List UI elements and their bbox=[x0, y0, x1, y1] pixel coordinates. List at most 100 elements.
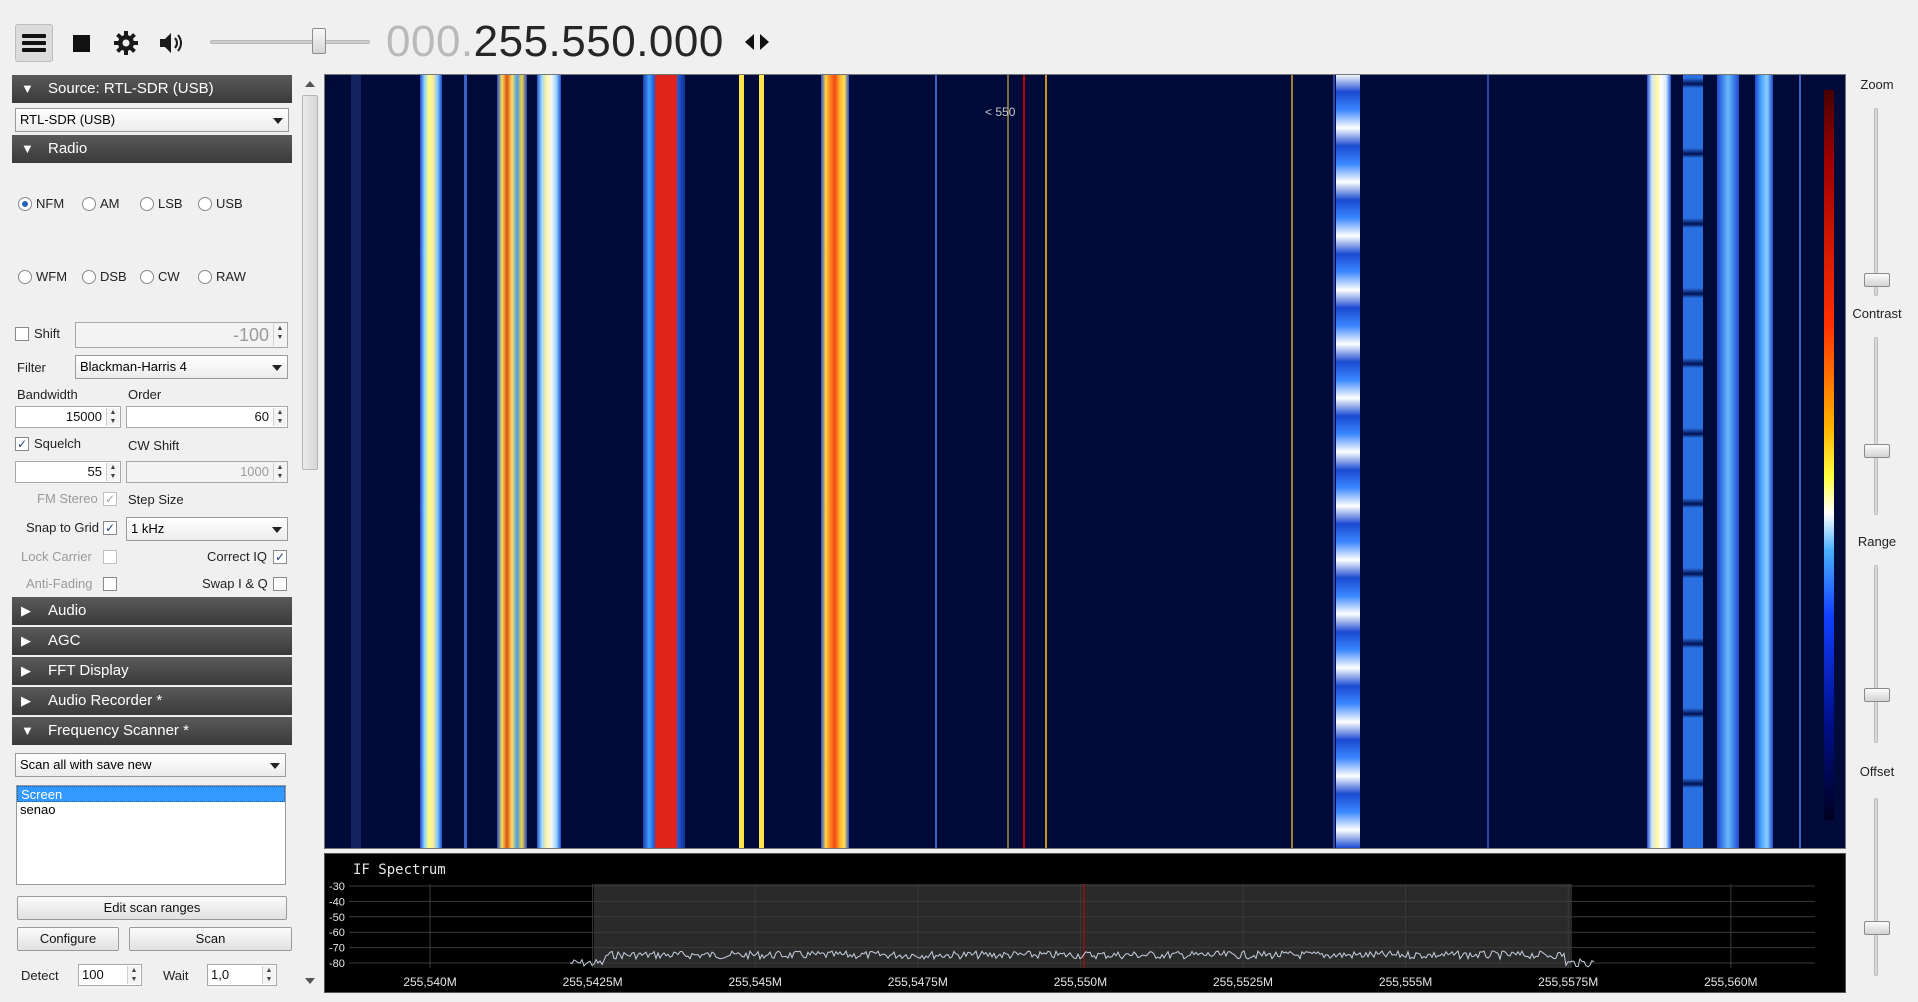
mode-radio-am[interactable]: AM bbox=[82, 196, 120, 212]
scan-mode-select[interactable]: Scan all with save new bbox=[15, 753, 286, 777]
squelch-input[interactable]: 55 ▲ ▼ bbox=[15, 461, 121, 483]
color-scale-bar bbox=[1824, 90, 1834, 820]
slider-handle[interactable] bbox=[1864, 921, 1890, 935]
step-size-select[interactable]: 1 kHz bbox=[126, 517, 288, 541]
fft-display-section-header[interactable]: ▶ FFT Display bbox=[12, 657, 292, 685]
mode-radio-nfm[interactable]: NFM bbox=[18, 196, 64, 212]
settings-button[interactable] bbox=[107, 24, 145, 62]
mode-label: AM bbox=[100, 196, 120, 211]
slider-handle[interactable] bbox=[1864, 273, 1890, 288]
shift-input[interactable]: -100 ▲ ▼ bbox=[75, 322, 288, 348]
control-panel: ▼ Source: RTL-SDR (USB) RTL-SDR (USB) ▼ Ra… bbox=[12, 75, 292, 995]
x-tick-label: 255,540M bbox=[403, 975, 456, 989]
edit-scan-ranges-button[interactable]: Edit scan ranges bbox=[17, 896, 287, 920]
volume-slider-handle[interactable] bbox=[312, 28, 327, 54]
lock-carrier-checkbox[interactable] bbox=[103, 550, 117, 564]
scan-button[interactable]: Scan bbox=[129, 927, 292, 951]
offset-slider[interactable] bbox=[1864, 798, 1890, 976]
mute-button[interactable] bbox=[153, 24, 191, 62]
volume-slider[interactable] bbox=[210, 28, 370, 54]
mode-radio-lsb[interactable]: LSB bbox=[140, 196, 183, 212]
expand-triangle-icon: ▶ bbox=[21, 633, 31, 648]
filter-value: Blackman-Harris 4 bbox=[80, 359, 187, 374]
detect-input[interactable]: 100 ▲ ▼ bbox=[78, 964, 142, 986]
source-section-header[interactable]: ▼ Source: RTL-SDR (USB) bbox=[12, 75, 292, 103]
frequency-display[interactable]: 000.255.550.000 bbox=[386, 14, 724, 70]
bandwidth-label: Bandwidth bbox=[17, 387, 78, 402]
panel-scrollbar[interactable] bbox=[300, 75, 320, 990]
filter-select[interactable]: Blackman-Harris 4 bbox=[75, 355, 288, 379]
spin-buttons[interactable]: ▲ ▼ bbox=[273, 324, 286, 346]
scroll-down-arrow-icon[interactable] bbox=[305, 978, 315, 984]
expand-triangle-icon: ▶ bbox=[21, 603, 31, 618]
range-slider[interactable] bbox=[1864, 565, 1890, 743]
fm-stereo-checkbox[interactable]: ✓ bbox=[103, 492, 117, 506]
if-spectrum-plot: IF Spectrum -30 -40 -50 -60 -70 -80 255,540M 2… bbox=[329, 862, 1815, 989]
scan-range-list[interactable]: Screen senao bbox=[16, 785, 286, 885]
configure-button[interactable]: Configure bbox=[17, 927, 119, 951]
spin-buttons[interactable]: ▲ ▼ bbox=[106, 408, 119, 426]
shift-checkbox[interactable] bbox=[15, 327, 29, 341]
spin-buttons[interactable]: ▲ ▼ bbox=[106, 463, 119, 481]
left-right-arrows-icon[interactable] bbox=[742, 28, 772, 56]
agc-section-header[interactable]: ▶ AGC bbox=[12, 627, 292, 655]
section-label: AGC bbox=[48, 632, 81, 649]
y-tick-label: -60 bbox=[329, 927, 345, 939]
contrast-label: Contrast bbox=[1852, 306, 1902, 321]
spectrum-title: IF Spectrum bbox=[353, 862, 446, 878]
mode-radio-usb[interactable]: USB bbox=[198, 196, 243, 212]
shift-label: Shift bbox=[34, 326, 61, 341]
swap-iq-label: Swap I & Q bbox=[202, 576, 268, 591]
y-tick-label: -40 bbox=[329, 896, 345, 908]
swap-iq-checkbox[interactable] bbox=[273, 577, 287, 591]
order-input[interactable]: 60 ▲ ▼ bbox=[126, 406, 288, 428]
slider-handle[interactable] bbox=[1864, 688, 1890, 702]
section-label: Audio bbox=[48, 602, 87, 619]
section-label: FFT Display bbox=[48, 662, 129, 679]
radio-indicator bbox=[82, 270, 96, 284]
list-item[interactable]: senao bbox=[17, 802, 285, 818]
squelch-checkbox[interactable]: ✓ bbox=[15, 437, 29, 451]
stop-button[interactable] bbox=[62, 24, 100, 62]
spin-buttons[interactable]: ▲ ▼ bbox=[273, 463, 286, 481]
menu-button[interactable] bbox=[15, 24, 53, 62]
radio-indicator bbox=[198, 197, 212, 211]
audio-section-header[interactable]: ▶ Audio bbox=[12, 597, 292, 625]
wait-value: 1,0 bbox=[211, 967, 230, 982]
list-item[interactable]: Screen bbox=[17, 786, 285, 802]
source-device-select[interactable]: RTL-SDR (USB) bbox=[15, 108, 289, 132]
mode-radio-dsb[interactable]: DSB bbox=[82, 269, 127, 285]
scrollbar-thumb[interactable] bbox=[302, 95, 318, 470]
snap-to-grid-checkbox[interactable]: ✓ bbox=[103, 521, 117, 535]
spin-buttons[interactable]: ▲ ▼ bbox=[273, 408, 286, 426]
correct-iq-checkbox[interactable]: ✓ bbox=[273, 550, 287, 564]
mode-radio-wfm[interactable]: WFM bbox=[18, 269, 67, 285]
spin-buttons[interactable]: ▲ ▼ bbox=[262, 966, 275, 984]
cw-shift-input[interactable]: 1000 ▲ ▼ bbox=[126, 461, 288, 483]
radio-header-label: Radio bbox=[48, 140, 88, 157]
x-tick-label: 255,5475M bbox=[888, 975, 948, 989]
spin-buttons[interactable]: ▲ ▼ bbox=[127, 966, 140, 984]
frequency-scanner-section-header[interactable]: ▼ Frequency Scanner * bbox=[12, 717, 292, 745]
radio-section-header[interactable]: ▼ Radio bbox=[12, 135, 292, 163]
anti-fading-checkbox[interactable] bbox=[103, 577, 117, 591]
step-size-value: 1 kHz bbox=[131, 521, 165, 536]
contrast-slider[interactable] bbox=[1864, 337, 1890, 515]
section-label: Frequency Scanner * bbox=[48, 722, 189, 739]
frequency-leading-digits[interactable]: 000. bbox=[386, 17, 474, 66]
mode-radio-raw[interactable]: RAW bbox=[198, 269, 246, 285]
waterfall-display[interactable]: " < 550 bbox=[324, 74, 1846, 849]
range-label: Range bbox=[1857, 534, 1897, 549]
bandwidth-input[interactable]: 15000 ▲ ▼ bbox=[15, 406, 121, 428]
check-mark-icon: ✓ bbox=[16, 437, 28, 451]
slider-handle[interactable] bbox=[1864, 443, 1890, 458]
scroll-up-arrow-icon[interactable] bbox=[305, 81, 315, 87]
frequency-digits[interactable]: 255.550.000 bbox=[474, 17, 724, 66]
gear-icon bbox=[114, 31, 138, 55]
section-label: Audio Recorder * bbox=[48, 692, 163, 709]
audio-recorder-section-header[interactable]: ▶ Audio Recorder * bbox=[12, 687, 292, 715]
if-spectrum-panel[interactable]: IF Spectrum -30 -40 -50 -60 -70 -80 255,540M 2… bbox=[324, 853, 1846, 993]
mode-radio-cw[interactable]: CW bbox=[140, 269, 180, 285]
wait-input[interactable]: 1,0 ▲ ▼ bbox=[207, 964, 277, 986]
zoom-slider[interactable] bbox=[1864, 108, 1890, 296]
